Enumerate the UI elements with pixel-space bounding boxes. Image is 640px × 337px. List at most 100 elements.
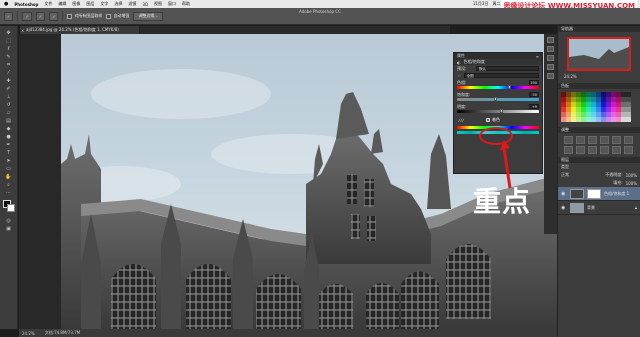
brush-tool-icon[interactable]: ✐ [3,86,15,92]
close-tab-icon[interactable]: × [21,28,24,33]
healing-tool-icon[interactable]: ✚ [3,78,15,84]
colorize-checkbox[interactable]: ✓ [486,118,490,122]
photo-filter-icon[interactable] [588,146,597,154]
screen-mode-icon[interactable]: ▣ [3,226,15,232]
menu-image[interactable]: 图像 [72,1,80,7]
swatch-grid[interactable] [558,89,640,125]
layer-kind-select[interactable]: 类型 [561,164,569,170]
channel-mixer-icon[interactable] [600,146,609,154]
lookup-adjust-icon[interactable] [612,146,621,154]
navigator-tab[interactable]: 导航器 [561,26,573,32]
curves-adjust-icon[interactable] [588,136,597,144]
stamp-tool-icon[interactable]: ⊥ [3,94,15,100]
zoom-tool-icon[interactable]: ⌕ [3,182,15,188]
properties-panel-icon[interactable] [547,46,554,52]
swatch-cell[interactable] [626,117,631,122]
quick-mask-icon[interactable]: ◎ [3,218,15,224]
layer-item[interactable]: ◉ 背景 🔒︎ [558,201,640,215]
menu-window[interactable]: 窗口 [168,1,176,7]
menu-filter[interactable]: 滤镜 [128,1,136,7]
eyedropper-tool-icon[interactable]: ⁄ [3,70,15,76]
menu-select[interactable]: 选择 [114,1,122,7]
background-color[interactable] [6,204,15,212]
zoom-level[interactable]: 24.2% [22,331,35,336]
lasso-tool-icon[interactable]: ℓ [3,46,15,52]
vibrance-adjust-icon[interactable] [612,136,621,144]
bw-adjust-icon[interactable] [576,146,585,154]
layers-tab[interactable]: 图层 [561,157,569,163]
layer-mask-thumb[interactable] [587,188,601,199]
fill-input[interactable]: 100% [626,181,637,186]
invert-adjust-icon[interactable] [624,146,633,154]
blend-mode-select[interactable]: 正常 [561,172,569,178]
hue-slider[interactable] [457,85,539,89]
menu-layer[interactable]: 图层 [86,1,94,7]
navigator-zoom[interactable]: 24.2% [561,73,637,80]
shape-tool-icon[interactable]: ▭ [3,166,15,172]
balance-adjust-icon[interactable] [564,146,573,154]
refine-edge-button[interactable]: 调整边缘... [133,11,164,21]
channel-select[interactable]: 全图 [463,73,539,78]
saturation-input[interactable]: 50 [529,92,539,97]
menu-view[interactable]: 视图 [154,1,162,7]
colorize-option[interactable]: ⁄ ⁄ ⁄ ✓ 着色 [454,116,542,124]
hue-slider-knob[interactable] [507,85,511,89]
eyedropper-icon[interactable]: ⁄ ⁄ ⁄ [459,118,464,123]
apple-menu-icon[interactable]: ● [4,1,8,7]
saturation-slider[interactable] [457,97,539,101]
subtract-selection-button[interactable]: ✓ [35,11,46,21]
brightness-adjust-icon[interactable] [564,136,573,144]
adjustments-tab[interactable]: 调整 [561,127,569,133]
add-selection-button[interactable]: ✓ [22,11,32,21]
hue-input[interactable]: 190 [529,80,539,85]
history-brush-icon[interactable]: ↺ [3,102,15,108]
crop-tool-icon[interactable]: ⌗ [3,62,15,68]
move-tool-icon[interactable]: ✥ [3,30,15,36]
color-swatches[interactable] [2,200,15,212]
auto-enhance-checkbox[interactable]: 自动增强 [106,13,129,19]
opacity-input[interactable]: 100% [626,173,637,178]
lightness-slider-knob[interactable] [500,109,504,113]
dodge-tool-icon[interactable]: ● [3,134,15,140]
history-panel-icon[interactable] [547,37,554,43]
checkbox-box[interactable] [106,13,112,19]
type-tool-icon[interactable]: T [3,150,15,156]
menu-3d[interactable]: 3D [142,2,148,7]
menu-edit[interactable]: 编辑 [58,1,66,7]
gradient-tool-icon[interactable]: ▤ [3,118,15,124]
saturation-slider-knob[interactable] [493,97,497,101]
marquee-tool-icon[interactable]: ⬚ [3,38,15,44]
levels-adjust-icon[interactable] [576,136,585,144]
target-adjust-icon[interactable]: ☜ [457,73,461,78]
pen-tool-icon[interactable]: ✒ [3,142,15,148]
navigator-thumbnail[interactable] [567,37,631,71]
eraser-tool-icon[interactable]: ▱ [3,110,15,116]
hand-tool-icon[interactable]: ✋ [3,174,15,180]
sample-all-layers-checkbox[interactable]: 对所有图层取样 [67,13,102,19]
panel-menu-icon[interactable]: ≡ [536,54,539,59]
visibility-eye-icon[interactable]: ◉ [561,191,567,197]
new-selection-button[interactable]: ✓ [4,11,14,21]
brush-size-button[interactable]: ✓ [49,11,59,21]
hue-adjust-icon[interactable] [624,136,633,144]
exposure-adjust-icon[interactable] [600,136,609,144]
checkbox-box[interactable] [67,13,73,19]
menu-type[interactable]: 文字 [100,1,108,7]
swatches-tab[interactable]: 色板 [561,83,569,89]
info-panel-icon[interactable] [547,55,554,61]
layer-item[interactable]: ◉ 色相/饱和度 1 [558,187,640,201]
menu-file[interactable]: 文件 [44,1,52,7]
character-panel-icon[interactable] [547,73,554,79]
blur-tool-icon[interactable]: ◆ [3,126,15,132]
paragraph-panel-icon[interactable] [547,64,554,70]
menu-help[interactable]: 帮助 [182,1,190,7]
quick-select-tool-icon[interactable]: ✎ [3,54,15,60]
document-tab[interactable]: × ajd13384.jpg @ 24.2% (色相/饱和度 1, CMYK/8… [20,26,140,34]
visibility-eye-icon[interactable]: ◉ [561,205,567,211]
lightness-slider[interactable] [457,109,539,113]
lightness-input[interactable]: +9 [529,104,539,109]
more-tools-icon[interactable]: ⋯ [3,190,15,196]
app-menu[interactable]: Photoshop [14,2,38,7]
path-select-tool-icon[interactable]: ➤ [3,158,15,164]
preset-select[interactable]: 默认 [476,66,539,71]
